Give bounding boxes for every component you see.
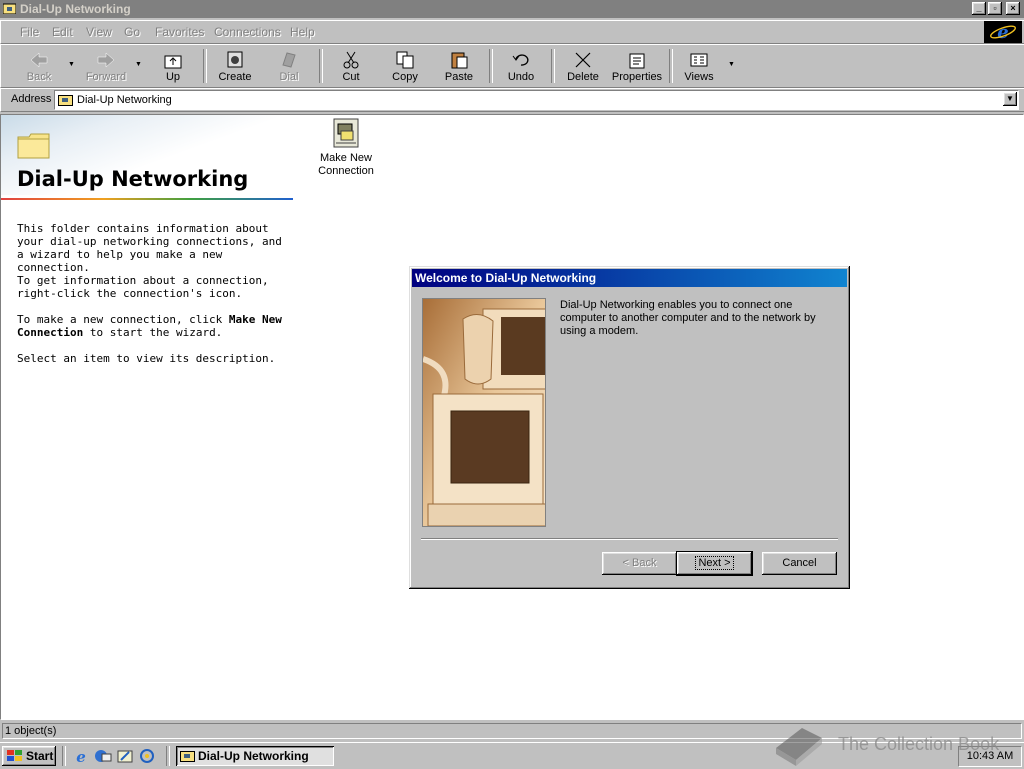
dialog-title: Welcome to Dial-Up Networking [415,271,597,285]
delete-x-icon [575,52,591,68]
copy-button[interactable]: Copy [379,47,431,85]
dialup-folder-icon [3,3,16,14]
outlook-express-icon[interactable] [94,748,112,764]
menu-help[interactable]: Help [290,25,315,39]
address-input[interactable]: Dial-Up Networking ▼ [54,90,1019,110]
undo-button[interactable]: Undo [495,47,547,85]
properties-icon [629,53,645,69]
cut-button[interactable]: Cut [325,47,377,85]
menu-go[interactable]: Go [124,25,140,39]
up-folder-icon [164,55,182,69]
restore-button[interactable]: ▫ [988,2,1002,15]
undo-icon [512,54,529,66]
address-bar: Address Dial-Up Networking ▼ [0,88,1024,112]
wizard-illustration [422,298,546,527]
start-button[interactable]: Start [2,746,56,766]
create-button[interactable]: Create [209,47,261,85]
title-bar: Dial-Up Networking _ ▫ × [0,0,1024,18]
wizard-description: Dial-Up Networking enables you to connec… [560,299,816,337]
address-label: Address [11,93,52,105]
ie-logo-icon: e [984,21,1022,43]
back-button[interactable]: < Back [602,552,677,575]
pane-description: This folder contains information about y… [17,222,282,274]
delete-button[interactable]: Delete [557,47,609,85]
channels-icon[interactable] [138,748,156,764]
toolbar-separator [489,49,493,83]
menu-file[interactable]: File [20,25,39,39]
forward-button[interactable]: Forward [80,47,132,85]
minimize-button[interactable]: _ [972,2,986,15]
views-icon [690,53,708,67]
next-button[interactable]: Next > [676,551,753,576]
svg-text:e: e [997,22,1008,43]
clipboard-icon [451,52,468,69]
paste-button[interactable]: Paste [433,47,485,85]
dialog-divider [421,538,838,540]
back-button[interactable]: Back [13,47,65,85]
folder-icon [17,133,50,159]
phone-icon [282,52,296,68]
make-new-connection-icon [333,118,359,148]
dialup-folder-icon [180,751,195,762]
book-watermark-icon [776,728,822,766]
windows-logo-icon [7,750,22,761]
make-new-connection-item[interactable]: Make New Connection [311,117,381,178]
taskbar-window-button[interactable]: Dial-Up Networking [176,746,334,766]
menu-edit[interactable]: Edit [52,25,73,39]
forward-dropdown-icon[interactable]: ▼ [135,61,142,68]
views-dropdown-icon[interactable]: ▼ [728,61,735,68]
window-title: Dial-Up Networking [20,2,131,16]
pane-select-hint: Select an item to view its description. [17,352,276,365]
menu-view[interactable]: View [86,25,112,39]
menu-bar: File Edit View Go Favorites Connections … [0,20,1024,44]
pane-title-divider [1,198,293,200]
copy-icon [396,51,414,69]
internet-explorer-icon[interactable]: e [72,748,90,764]
properties-button[interactable]: Properties [609,47,665,85]
close-button[interactable]: × [1006,2,1020,15]
pane-title: Dial-Up Networking [17,167,249,191]
pane-info-connection: To get information about a connection, r… [17,274,269,300]
back-dropdown-icon[interactable]: ▼ [68,61,75,68]
webview-info-pane: Dial-Up Networking This folder contains … [1,115,301,719]
taskbar-separator [62,746,66,766]
toolbar-separator [551,49,555,83]
toolbar: Back ▼ Forward ▼ Up Create Dial Cut Copy… [0,44,1024,88]
back-arrow-icon [30,52,48,68]
dialup-folder-icon [58,95,73,106]
show-desktop-icon[interactable] [116,748,134,764]
scissors-icon [343,51,359,69]
taskbar-separator [166,746,170,766]
forward-arrow-icon [97,52,115,68]
menu-favorites[interactable]: Favorites [155,25,204,39]
toolbar-separator [203,49,207,83]
views-button[interactable]: Views [673,47,725,85]
cancel-button[interactable]: Cancel [762,552,837,575]
address-dropdown-button[interactable]: ▼ [1003,92,1017,106]
dial-button[interactable]: Dial [263,47,315,85]
menu-connections[interactable]: Connections [214,25,281,39]
toolbar-separator [319,49,323,83]
watermark-text: The Collection Book [838,734,1000,754]
up-button[interactable]: Up [147,47,199,85]
svg-text:e: e [76,748,86,764]
welcome-wizard-dialog: Welcome to Dial-Up Networking Dial-Up Ne… [409,266,850,589]
dialog-title-bar[interactable]: Welcome to Dial-Up Networking [412,269,847,287]
create-connection-icon [227,51,243,68]
pane-new-connection-hint: To make a new connection, click Make New… [17,313,282,339]
